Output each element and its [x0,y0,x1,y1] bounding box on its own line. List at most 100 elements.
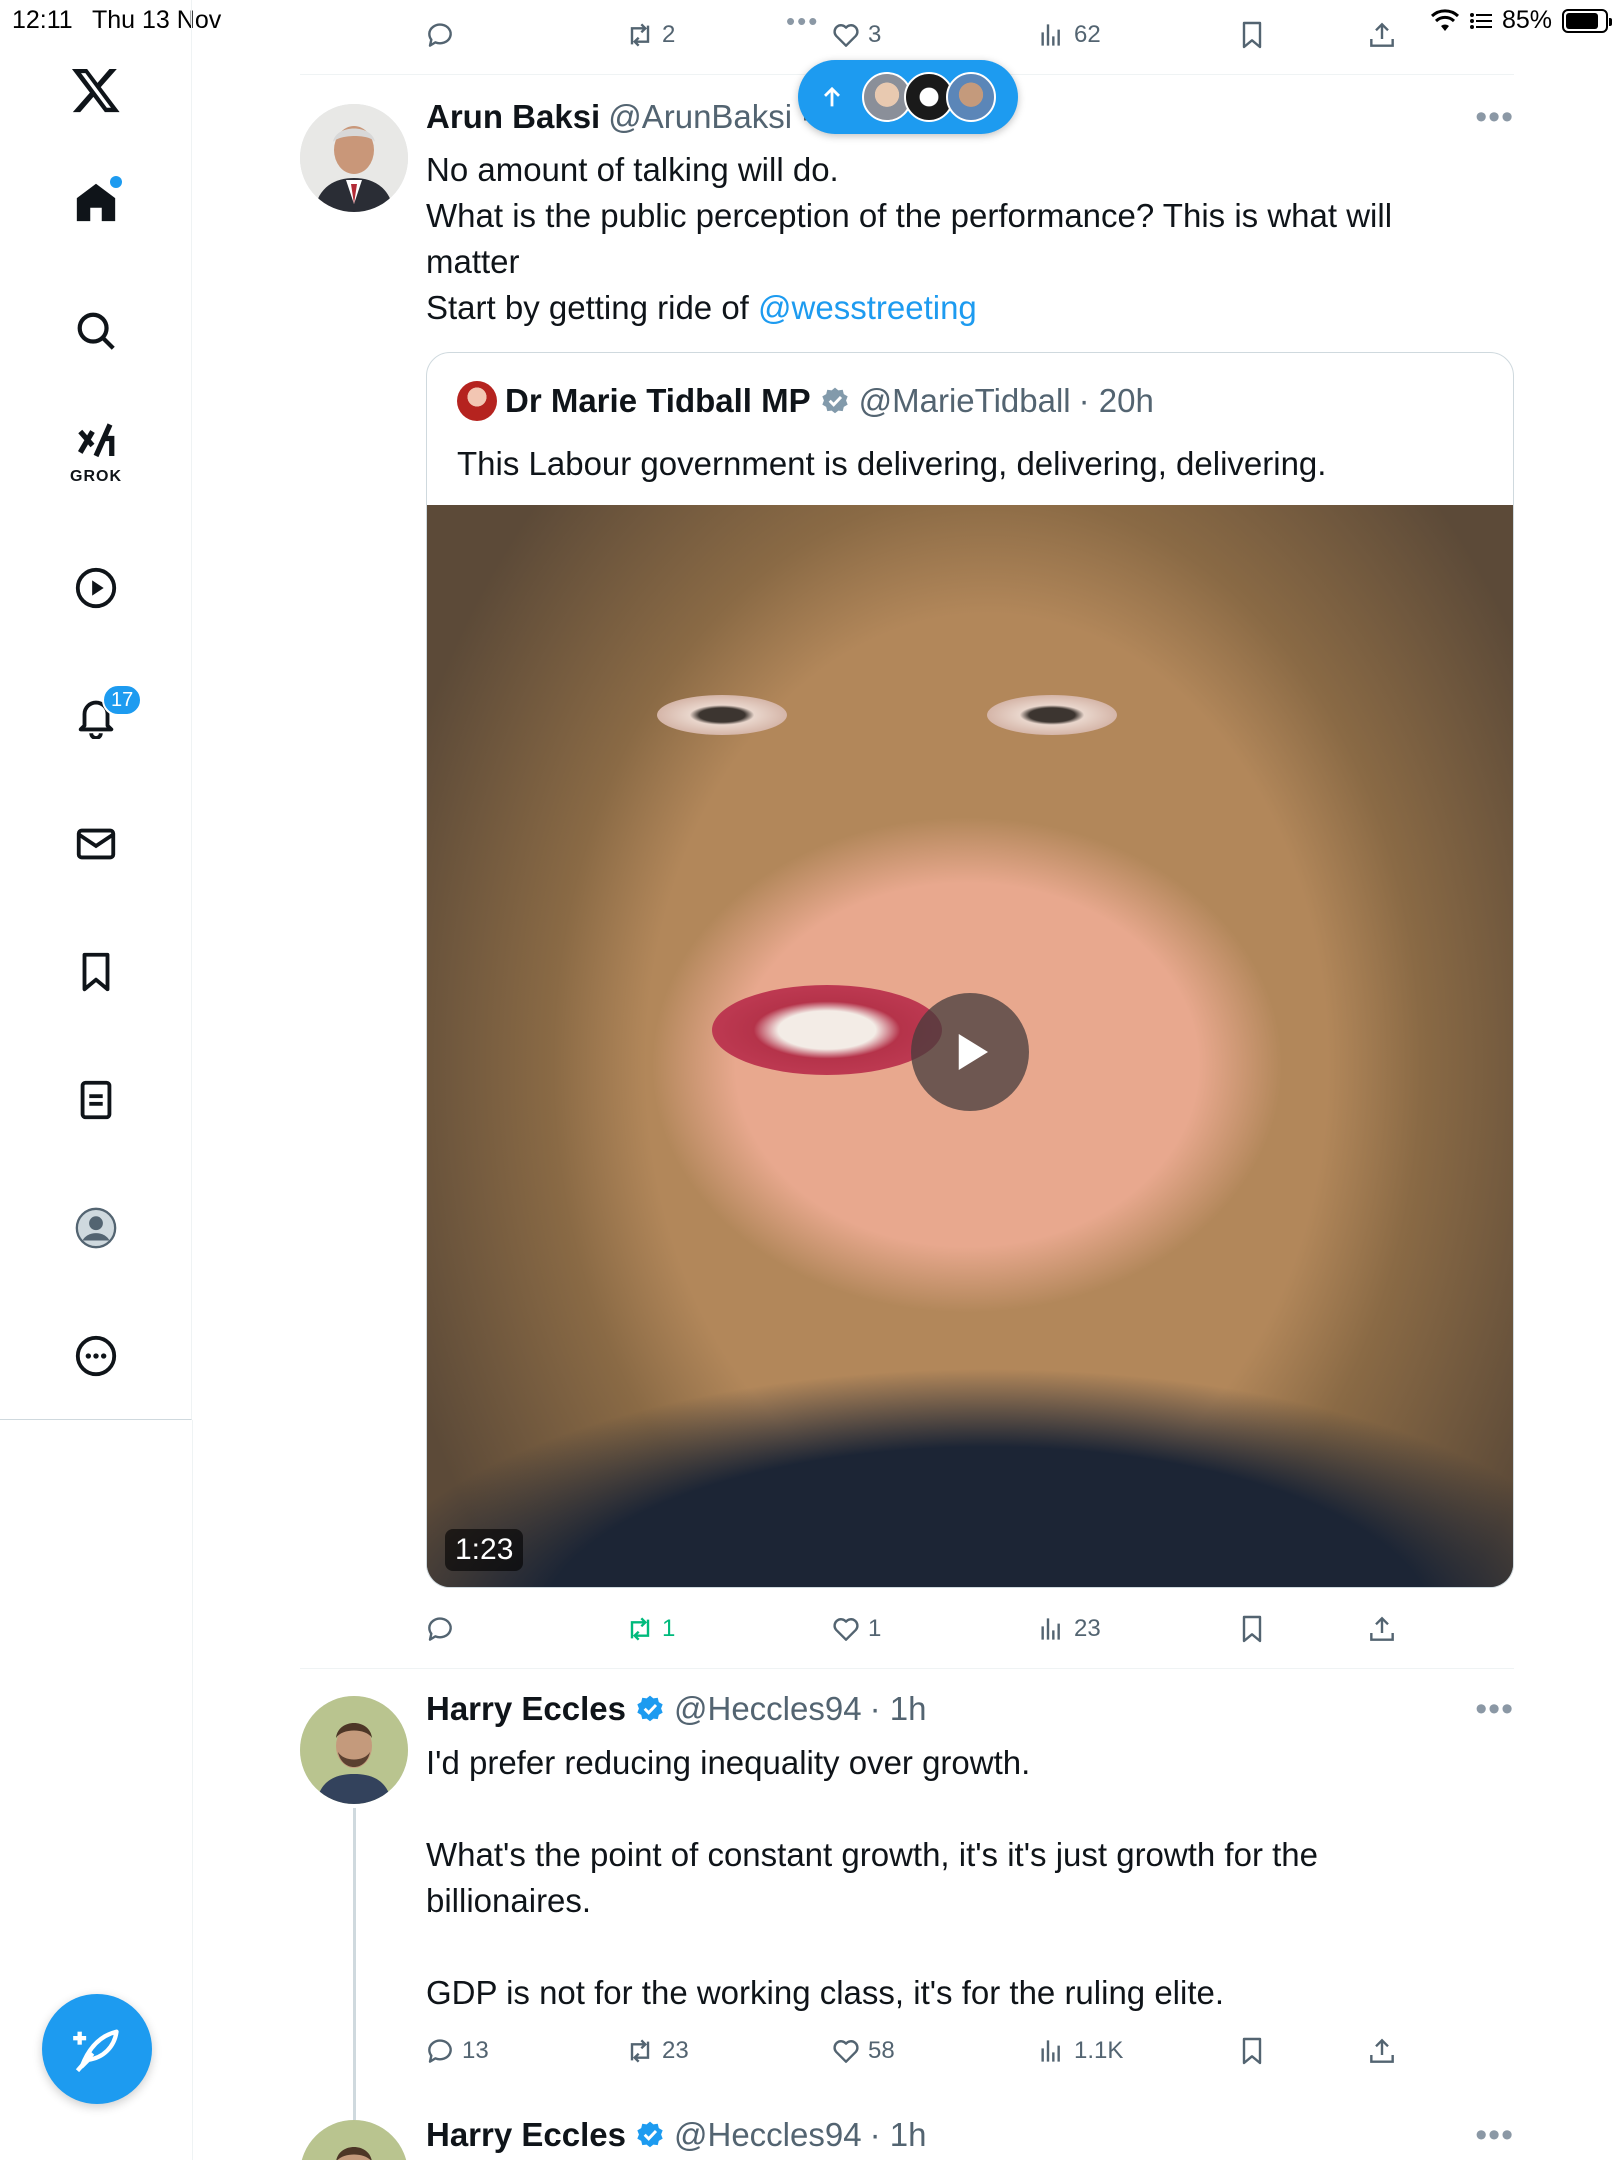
more-circle-icon [75,1335,117,1377]
new-posts-pill[interactable] [798,60,1018,134]
sidebar-item-video[interactable] [64,556,128,620]
heart-icon [833,1618,859,1641]
like-button[interactable]: 1 [830,1604,881,1654]
tweet-more-button[interactable]: ••• [1475,2116,1514,2155]
battery-level [1566,12,1599,29]
repost-button[interactable]: 2 [624,10,675,60]
compose-feather-icon [73,2029,119,2073]
author-name[interactable]: Harry Eccles [426,2116,626,2154]
play-icon [75,567,117,609]
avatar[interactable] [300,1696,408,1804]
tweet-actions: 1 1 23 [300,1604,1514,1654]
sidebar: GROK 17 [0,0,192,1420]
bookmark-icon [82,952,110,992]
views-button[interactable]: 23 [1036,1604,1101,1654]
tweet-more-button[interactable]: ••• [1475,1690,1514,1729]
video-player[interactable]: 1:23 [427,505,1513,1587]
views-button[interactable]: 1.1K [1036,2026,1123,2076]
quote-author-handle[interactable]: @MarieTidball [859,382,1071,420]
tweet-line: GDP is not for the working class, it's f… [426,1974,1225,2011]
avatar[interactable] [300,104,408,212]
quote-author-name[interactable]: Dr Marie Tidball MP [505,382,811,420]
x-logo[interactable] [64,58,128,122]
share-button[interactable] [1366,1604,1398,1654]
repost-icon [630,23,650,47]
like-count: 1 [868,1615,882,1642]
like-count: 3 [868,21,882,48]
tweet-line-prefix: Start by getting ride of [426,289,759,326]
sidebar-item-notifications[interactable]: 17 [64,684,143,748]
tweet-line: matter [426,243,520,280]
quote-avatar[interactable] [457,381,497,421]
author-handle[interactable]: @ArunBaksi [608,98,792,136]
tweet-actions: 13 23 58 1.1K [300,2026,1514,2076]
reply-icon [428,23,452,47]
list-icon [80,1080,112,1120]
play-icon [958,1034,988,1070]
repost-count: 2 [662,21,676,48]
tweet-header: Arun Baksi @ArunBaksi · [426,98,811,136]
views-button[interactable]: 62 [1036,10,1101,60]
sidebar-item-messages[interactable] [64,812,128,876]
avatar-portrait [300,1696,408,1804]
play-button[interactable] [911,993,1029,1111]
bookmark-button[interactable] [1236,1604,1268,1654]
reply-icon [428,1617,452,1641]
x-logo-icon [71,68,120,113]
pill-avatar [946,72,996,122]
video-frame-detail [987,695,1117,735]
tweet-line: I'd prefer reducing inequality over grow… [426,1744,1031,1781]
tweet-header: Harry Eccles @Heccles94 · 1h [426,2116,926,2154]
reply-button[interactable] [424,1604,456,1654]
tweet-text: I'd prefer reducing inequality over grow… [426,1740,1516,2016]
like-button[interactable]: 58 [830,2026,895,2076]
mention-link[interactable]: @wesstreeting [758,289,977,326]
sidebar-item-lists[interactable] [64,1068,128,1132]
notification-badge: 17 [102,684,143,716]
repost-button[interactable]: 1 [624,1604,675,1654]
sidebar-item-bookmarks[interactable] [64,940,128,1004]
views-count: 1.1K [1074,2037,1124,2064]
tweet-text: No amount of talking will do. What is th… [426,147,1516,331]
divider [300,1668,1514,1669]
share-button[interactable] [1366,2026,1398,2076]
reply-button[interactable] [424,10,456,60]
compose-post-button[interactable] [42,1994,152,2104]
tweet-time[interactable]: · 1h [870,1690,927,1728]
share-button[interactable] [1366,10,1398,60]
like-button[interactable]: 3 [830,10,881,60]
bookmark-button[interactable] [1236,2026,1268,2076]
sidebar-item-more[interactable] [64,1324,128,1388]
author-handle[interactable]: @Heccles94 [674,1690,862,1728]
reply-button[interactable]: 13 [424,2026,489,2076]
reply-icon [428,2039,452,2063]
tweet-more-button[interactable]: ••• [1475,98,1514,137]
repost-count: 1 [662,1615,676,1642]
quote-tweet[interactable]: Dr Marie Tidball MP @MarieTidball · 20h … [426,352,1514,1588]
video-frame-detail [427,1349,1513,1587]
grok-label: GROK [70,468,122,485]
sidebar-item-home[interactable] [64,170,128,234]
verified-badge-icon [821,387,848,414]
arrow-up-icon [824,86,840,107]
repost-icon [630,2039,650,2063]
author-handle[interactable]: @Heccles94 [674,2116,862,2154]
sidebar-item-grok[interactable]: GROK [64,420,128,485]
avatar[interactable] [300,2120,408,2160]
video-frame-detail [657,695,787,735]
heart-icon [833,24,859,47]
author-name[interactable]: Harry Eccles [426,1690,626,1728]
sidebar-item-explore[interactable] [64,299,128,363]
grok-icon [77,423,115,458]
repost-button[interactable]: 23 [624,2026,689,2076]
verified-badge-icon [637,2121,663,2148]
author-name[interactable]: Arun Baksi [426,98,600,136]
tweet-time[interactable]: · 1h [870,2116,927,2154]
bookmark-icon [1242,2037,1262,2065]
bookmark-button[interactable] [1236,10,1268,60]
share-icon [1370,1616,1394,1641]
sidebar-item-profile[interactable] [64,1196,128,1260]
quote-time: · 20h [1078,382,1154,419]
tweet-line: What's the point of constant growth, it'… [426,1836,1318,1873]
tweet-header: Harry Eccles @Heccles94 · 1h [426,1690,926,1728]
